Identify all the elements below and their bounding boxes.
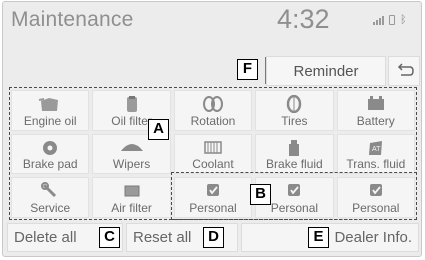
air-filter-icon (124, 185, 140, 197)
item-tires[interactable]: Tires (255, 90, 334, 131)
item-label: Brake pad (22, 157, 78, 172)
brake-fluid-icon (289, 139, 300, 156)
personal-checkbox-icon (288, 184, 301, 197)
item-label: Oil filter (111, 113, 152, 128)
item-label: Air filter (111, 201, 152, 215)
battery-icon (367, 96, 384, 110)
item-brake-fluid[interactable]: Brake fluid (255, 133, 334, 175)
callout-c: C (99, 227, 120, 248)
item-rotation[interactable]: Rotation (173, 90, 253, 131)
reset-all-label: Reset all (133, 229, 192, 246)
item-battery[interactable]: Battery (336, 90, 415, 131)
item-label: Personal (189, 201, 237, 215)
item-label: Service (30, 201, 71, 215)
personal-checkbox-icon (369, 184, 382, 197)
item-service[interactable]: Service (11, 177, 90, 218)
item-label: Trans. fluid (346, 157, 406, 172)
callout-f: F (237, 59, 258, 80)
callout-d: D (203, 227, 224, 248)
item-label: Battery (356, 113, 395, 128)
clock: 4:32 (277, 4, 330, 34)
maintenance-screen: Maintenance 4:32 ᛒ Reminder Engine oil O… (2, 1, 422, 257)
wiper-icon (120, 143, 143, 151)
item-label: Wipers (112, 157, 151, 172)
callout-b: B (250, 184, 271, 205)
status-icons: ᛒ (373, 14, 407, 26)
item-air-filter[interactable]: Air filter (92, 177, 171, 218)
item-label: Personal (352, 201, 400, 215)
personal-checkbox-icon (206, 184, 219, 197)
back-button[interactable] (388, 56, 420, 86)
item-label: Tires (281, 113, 308, 128)
signal-icon (373, 16, 384, 25)
item-label: Rotation (190, 113, 236, 128)
item-coolant[interactable]: Coolant (173, 133, 253, 175)
item-label: Brake fluid (266, 157, 323, 172)
item-label: Personal (270, 201, 319, 215)
bluetooth-icon: ᛒ (400, 14, 407, 26)
reminder-button[interactable]: Reminder (266, 56, 386, 86)
item-label: Coolant (192, 157, 234, 172)
item-trans-fluid[interactable]: AT Trans. fluid (336, 133, 415, 175)
svg-text:AT: AT (372, 146, 381, 153)
page-title: Maintenance (11, 8, 134, 31)
tire-icon (287, 95, 302, 113)
item-personal-1[interactable]: Personal (173, 177, 253, 218)
callout-e: E (308, 227, 329, 248)
transmission-fluid-icon: AT (368, 140, 382, 155)
callout-a: A (148, 119, 169, 140)
dealer-info-button[interactable]: Dealer Info. (241, 223, 419, 252)
item-brake-pad[interactable]: Brake pad (11, 133, 90, 175)
wrench-icon (41, 182, 57, 198)
oil-can-icon (38, 98, 59, 111)
item-engine-oil[interactable]: Engine oil (11, 90, 90, 131)
item-label: Engine oil (23, 113, 77, 128)
dealer-info-label: Dealer Info. (334, 229, 412, 246)
brake-disc-icon (43, 140, 58, 155)
maintenance-item-grid: Engine oil Oil filter Rotation Tires Bat… (11, 90, 415, 218)
back-arrow-icon (397, 63, 414, 76)
item-personal-3[interactable]: Personal (336, 177, 415, 218)
phone-battery-icon (389, 15, 395, 25)
tire-rotation-icon (202, 96, 223, 112)
radiator-icon (204, 140, 222, 154)
delete-all-label: Delete all (14, 229, 77, 246)
oil-filter-icon (126, 96, 137, 112)
